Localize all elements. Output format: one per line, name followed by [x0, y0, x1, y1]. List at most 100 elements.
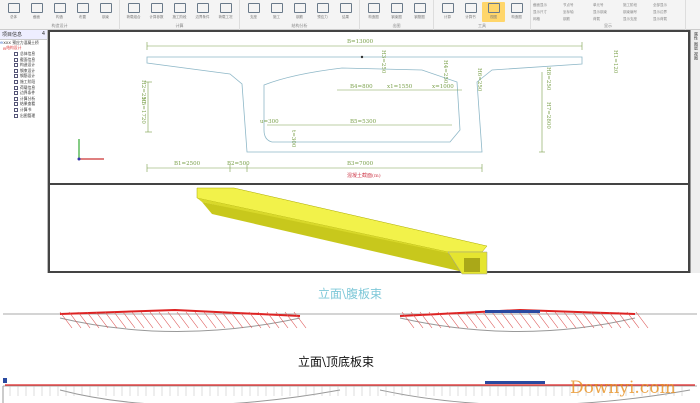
tendon-line: [131, 311, 145, 329]
section-centroid: [360, 55, 364, 59]
tree-item-icon: [14, 96, 18, 101]
tool-button[interactable]: 计算: [436, 2, 459, 22]
tool-button[interactable]: 结果: [334, 2, 357, 22]
tool-button[interactable]: 构造图: [362, 2, 385, 22]
project-tree-panel: 项目信息 4 ⊖ XXX 预应力混凝土桥 ⊟ 结构设计 总体信息 截面信息 构造设计钢…: [0, 30, 48, 273]
tool-button[interactable]: 钢筋: [288, 2, 311, 22]
tool-button[interactable]: 施工: [265, 2, 288, 22]
drawing-area[interactable]: B=13000 B1=2500 B2=500 B3=7000 B4=800 x1…: [48, 30, 692, 275]
display-option[interactable]: 施工阶段: [623, 3, 653, 10]
tree-item[interactable]: 出图管理: [0, 113, 47, 119]
tool-icon: [464, 3, 477, 13]
tool-label: 构造图: [368, 15, 379, 19]
tool-button[interactable]: 计算参数: [145, 2, 168, 22]
tool-button[interactable]: 截面: [25, 2, 48, 22]
beam-3d-model: [196, 187, 488, 275]
tendon-line: [158, 311, 172, 329]
tool-label: 钢筋图: [414, 15, 425, 19]
tool-button[interactable]: 荷载组合: [122, 2, 145, 22]
tool-button[interactable]: 计算书: [459, 2, 482, 22]
tendon-line: [212, 311, 226, 329]
tool-icon: [247, 3, 260, 13]
tool-button[interactable]: 钢束: [94, 2, 117, 22]
display-option[interactable]: 全部显示: [653, 3, 683, 10]
tendon-line: [284, 311, 298, 329]
tool-button[interactable]: 视图: [482, 2, 505, 22]
tool-icon: [293, 3, 306, 13]
tool-button[interactable]: 支座: [242, 2, 265, 22]
dim-H7: H7=2800: [545, 102, 551, 129]
elevation2-title: 立面\顶底板束: [298, 354, 374, 369]
display-option[interactable]: 单元号: [593, 3, 623, 10]
tendon-line: [77, 311, 91, 329]
tool-button[interactable]: 荷载工况: [214, 2, 237, 22]
side-tab[interactable]: 图层: [693, 42, 699, 50]
dim-B1: B1=2500: [174, 161, 201, 167]
dim-B2: B2=500: [227, 161, 250, 167]
tendon-line: [581, 311, 595, 329]
right-side-tabs: 属性 图层 视图: [690, 30, 700, 273]
tendon-line: [230, 311, 244, 329]
pin-icon[interactable]: 4: [42, 31, 45, 38]
tool-icon: [76, 3, 89, 13]
tool-label: 截面: [33, 15, 40, 19]
group-label: 工具: [478, 23, 486, 28]
tool-icon: [270, 3, 283, 13]
elevation-drawings: 立面\腹板束 立面\顶底板束 Downyi.com: [2, 286, 697, 403]
dim-H1: H1=120: [612, 50, 618, 74]
dim-H8: H8=250: [545, 67, 551, 91]
tool-button[interactable]: 布置: [71, 2, 94, 22]
tool-button[interactable]: 构造图: [505, 2, 528, 22]
toolbar-group: 构造图 钢束图 钢筋图 出图: [360, 0, 434, 30]
display-option[interactable]: 显示边界: [653, 10, 683, 17]
display-option[interactable]: 节点号: [563, 3, 593, 10]
tendon-line: [140, 311, 154, 329]
group-label: 构造设计: [51, 23, 68, 28]
tool-button[interactable]: 施工阶段: [168, 2, 191, 22]
tool-button[interactable]: 边界条件: [191, 2, 214, 22]
tendon-line: [518, 311, 532, 329]
tool-button[interactable]: 总体: [2, 2, 25, 22]
toolbar-group: 总体 截面 构造 布置 钢束构造设计: [0, 0, 120, 30]
section-caption: 混凝土截面(m): [347, 172, 381, 179]
dim-u: u=300: [260, 119, 279, 125]
ribbon-toolbar: 总体 截面 构造 布置 钢束 构造设计 荷载组合 计算参数 施工阶段 边界条件 荷载工况 计算 支座 施工…: [0, 0, 700, 30]
tendon-line: [194, 311, 208, 329]
tool-label: 荷载工况: [218, 15, 233, 19]
tendon-line: [293, 311, 307, 329]
tree-item-icon: [14, 91, 18, 96]
side-tab[interactable]: 视图: [693, 52, 699, 60]
toolbar-group: 荷载组合 计算参数 施工阶段 边界条件 荷载工况 计算: [120, 0, 240, 30]
dim-H5: H5=1720: [140, 97, 146, 124]
tool-icon: [127, 3, 140, 13]
tree-item-icon: [14, 113, 18, 118]
side-tab[interactable]: 属性: [693, 32, 699, 40]
tree-item-icon: [14, 74, 18, 79]
tool-button[interactable]: 钢束图: [385, 2, 408, 22]
tool-label: 构造: [56, 15, 63, 19]
tool-button[interactable]: 钢筋图: [408, 2, 431, 22]
display-option[interactable]: 显示尺寸: [533, 10, 563, 17]
tendon-line: [509, 311, 523, 329]
tool-icon: [196, 3, 209, 13]
elevation1-title: 立面\腹板束: [318, 286, 382, 301]
toolbar-group: 计算 计算书 视图 构造图工具: [434, 0, 531, 30]
tendon-line: [482, 311, 496, 329]
tool-label: 钢束图: [391, 15, 402, 19]
dim-H4: H4=250: [442, 60, 448, 84]
display-option[interactable]: 截面显示: [533, 3, 563, 10]
tool-label: 钢束: [102, 15, 109, 19]
display-option[interactable]: 坐标轴: [563, 10, 593, 17]
tool-label: 预应力: [317, 15, 328, 19]
tool-label: 钢筋: [296, 15, 303, 19]
tool-label: 荷载组合: [126, 15, 141, 19]
tool-label: 计算: [444, 15, 451, 19]
display-option[interactable]: 钢束编号: [623, 10, 653, 17]
tool-button[interactable]: 构造: [48, 2, 71, 22]
tree-item-icon: [14, 107, 18, 112]
tool-button[interactable]: 预应力: [311, 2, 334, 22]
tendon-line: [149, 311, 163, 329]
tendon-line: [554, 311, 568, 329]
display-option[interactable]: 显示钢束: [593, 10, 623, 17]
tool-icon: [510, 3, 523, 13]
